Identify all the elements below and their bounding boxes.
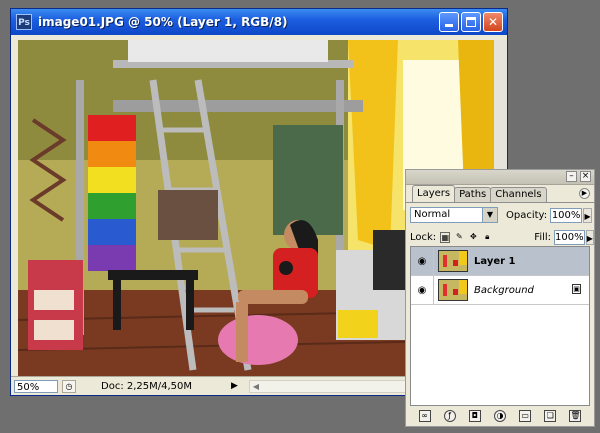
fill-slider-arrow-icon[interactable]: ▶ — [585, 229, 594, 245]
lock-label: Lock: — [410, 231, 437, 243]
close-button[interactable]: ✕ — [483, 12, 503, 32]
link-layers-icon[interactable]: ∞ — [418, 410, 431, 422]
photoshop-icon: Ps — [16, 14, 32, 30]
layer-row-layer-1[interactable]: ◉ Layer 1 — [411, 247, 589, 276]
opacity-label: Opacity: — [506, 209, 548, 221]
palette-header[interactable]: – × — [406, 170, 594, 185]
scroll-left-icon[interactable]: ◀ — [250, 381, 262, 392]
palette-footer: ∞ ƒ ◘ ◑ ▭ ❏ 🗑︎ — [406, 406, 594, 426]
eye-icon[interactable]: ◉ — [415, 285, 429, 296]
document-title: image01.JPG @ 50% (Layer 1, RGB/8) — [38, 15, 288, 29]
palette-minimize-icon[interactable]: – — [566, 171, 577, 182]
zoom-preview-icon[interactable]: ◷ — [62, 379, 76, 393]
lock-image-brush-icon[interactable]: ✎ — [454, 232, 464, 243]
layers-palette[interactable]: – × Layers Paths Channels ▶ Normal ▼ Opa… — [405, 169, 595, 427]
lock-all-icon[interactable]: 🔒︎ — [482, 232, 492, 243]
fill-field[interactable]: 100% — [554, 229, 585, 245]
lock-transparent-icon[interactable]: ▦ — [440, 231, 451, 243]
adjustment-layer-icon[interactable]: ◑ — [493, 410, 506, 422]
lock-icon: ▣ — [572, 284, 581, 294]
minimize-icon — [445, 24, 453, 27]
document-titlebar[interactable]: Ps image01.JPG @ 50% (Layer 1, RGB/8) ✕ — [11, 9, 507, 35]
chevron-down-icon: ▼ — [482, 208, 497, 222]
lock-position-move-icon[interactable]: ✥ — [468, 232, 478, 243]
eye-icon[interactable]: ◉ — [415, 256, 429, 267]
tab-channels[interactable]: Channels — [490, 187, 547, 202]
blend-mode-select[interactable]: Normal ▼ — [410, 207, 498, 223]
new-group-folder-icon[interactable]: ▭ — [519, 410, 532, 422]
add-mask-icon[interactable]: ◘ — [468, 410, 481, 422]
minimize-button[interactable] — [439, 12, 459, 32]
tab-layers[interactable]: Layers — [412, 185, 456, 202]
layer-name: Background — [474, 284, 534, 296]
maximize-button[interactable] — [461, 12, 481, 32]
maximize-icon — [466, 17, 476, 27]
new-layer-icon[interactable]: ❏ — [544, 410, 557, 422]
document-size-info: Doc: 2,25M/4,50M — [101, 380, 193, 392]
layer-row-background[interactable]: ◉ Background ▣ — [411, 276, 589, 305]
fill-label: Fill: — [534, 231, 552, 243]
zoom-level-field[interactable]: 50% — [14, 379, 58, 393]
opacity-field[interactable]: 100% — [550, 207, 583, 223]
layer-thumbnail — [438, 279, 468, 301]
status-menu-arrow-icon[interactable]: ▶ — [231, 380, 241, 392]
palette-close-icon[interactable]: × — [580, 171, 591, 182]
palette-menu-icon[interactable]: ▶ — [579, 188, 590, 199]
palette-tabs: Layers Paths Channels ▶ — [406, 185, 594, 203]
layer-thumbnail — [438, 250, 468, 272]
layer-style-icon[interactable]: ƒ — [443, 410, 456, 422]
tab-paths[interactable]: Paths — [454, 187, 492, 202]
blend-mode-value: Normal — [414, 209, 451, 220]
close-icon: ✕ — [487, 15, 499, 29]
opacity-slider-arrow-icon[interactable]: ▶ — [583, 207, 593, 223]
delete-layer-trash-icon[interactable]: 🗑︎ — [569, 410, 582, 422]
layers-list: ◉ Layer 1 ◉ Background ▣ — [410, 246, 590, 406]
layer-name: Layer 1 — [474, 255, 516, 267]
